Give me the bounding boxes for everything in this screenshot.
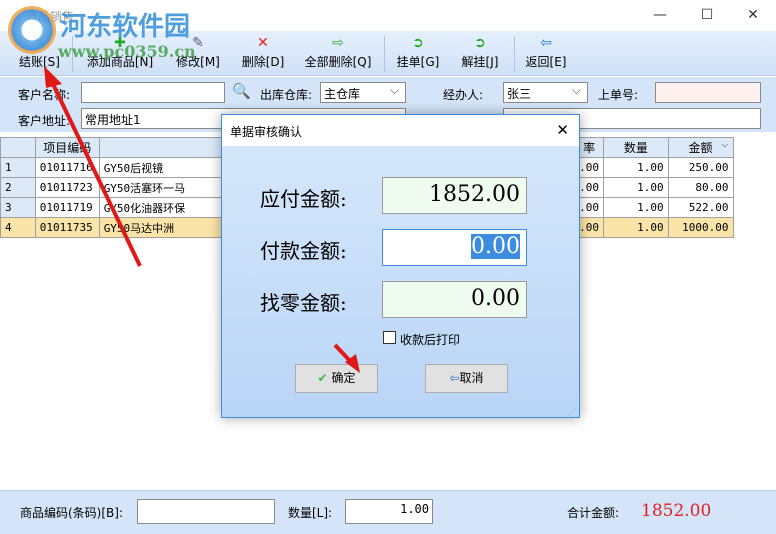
arrow-to-checkout: [50, 81, 142, 267]
annotation-arrows: [44, 66, 360, 373]
arrowhead-icon: [44, 66, 62, 88]
